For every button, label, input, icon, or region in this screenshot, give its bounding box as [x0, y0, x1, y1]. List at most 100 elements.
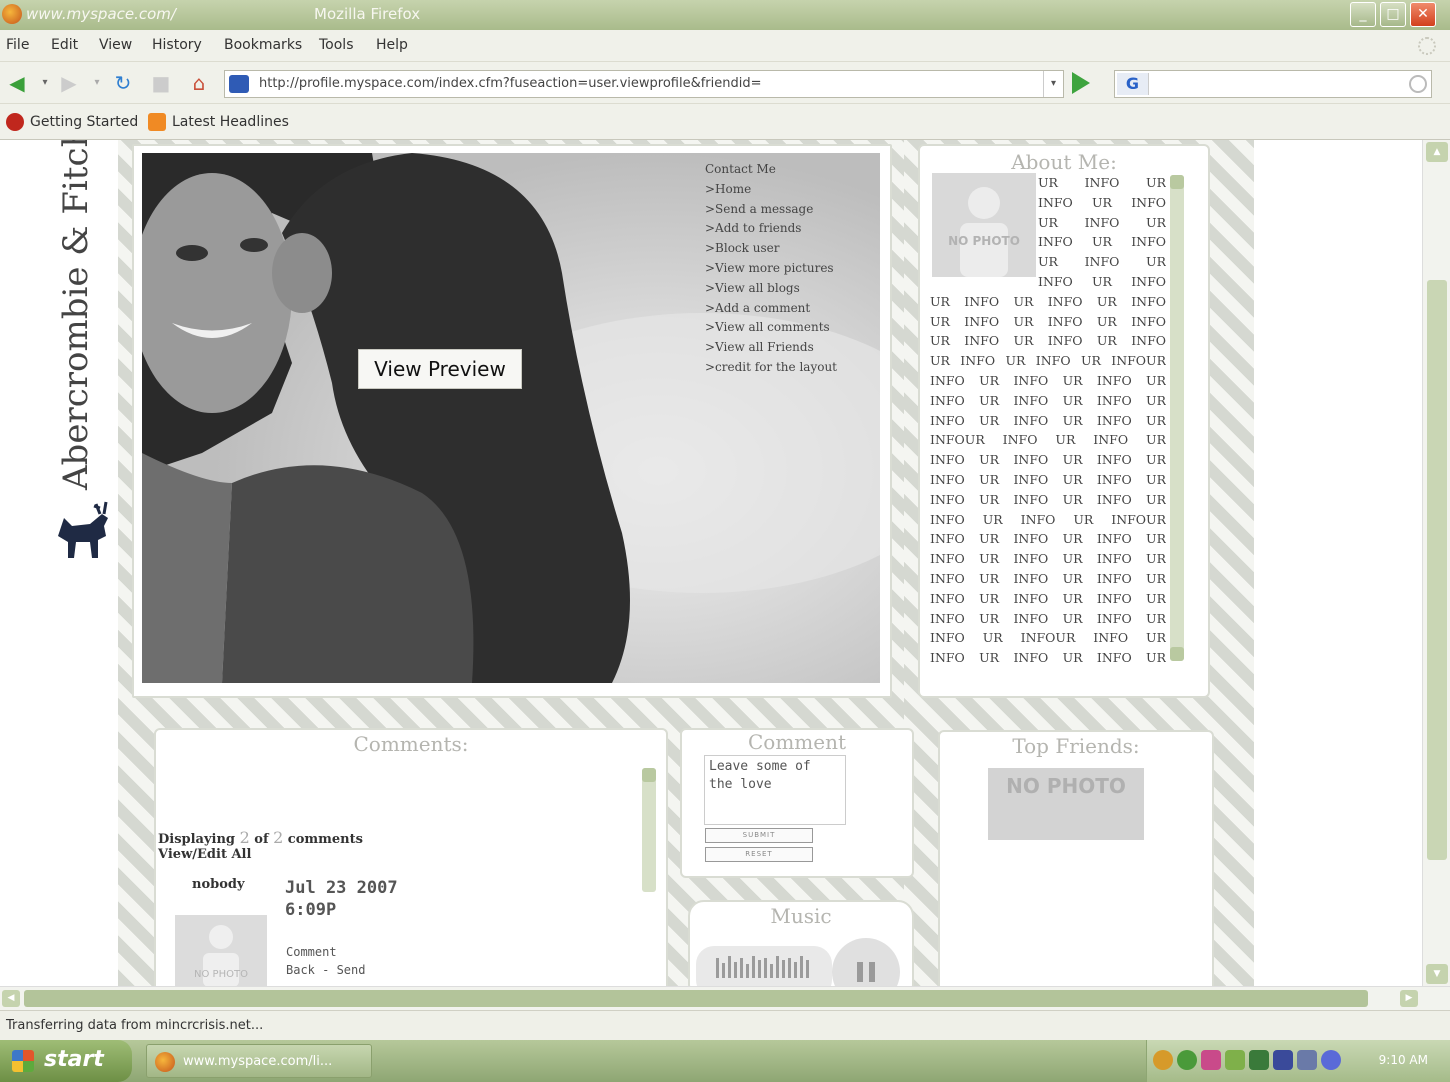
scroll-left-icon[interactable]: ◀: [2, 990, 20, 1007]
maximize-icon[interactable]: □: [1380, 2, 1406, 27]
contact-link-view-comments[interactable]: >View all comments: [705, 318, 837, 338]
about-me-title: About Me:: [1011, 150, 1117, 174]
address-url[interactable]: http://profile.myspace.com/index.cfm?fus…: [259, 76, 761, 91]
bookmark-label: Latest Headlines: [172, 114, 289, 130]
commenter-photo: NO PHOTO: [175, 915, 267, 986]
menu-edit[interactable]: Edit: [51, 37, 78, 53]
comment-time: 6:09P: [285, 900, 337, 920]
comment-textarea[interactable]: Leave some of the love: [704, 755, 846, 825]
music-box: Music: [688, 900, 914, 986]
bookmark-label: Getting Started: [30, 114, 139, 130]
scroll-down-icon[interactable]: [1170, 647, 1184, 661]
page-viewport: Abercrombie & Fitch Contact Me >Home >Se…: [0, 140, 1422, 986]
bookmark-latest-headlines[interactable]: Latest Headlines: [148, 113, 289, 131]
tray-messenger-icon[interactable]: [1201, 1050, 1221, 1070]
windows-taskbar: start www.myspace.com/li... 9:10 AM: [0, 1040, 1450, 1082]
bookmark-getting-started[interactable]: Getting Started: [6, 113, 138, 131]
tray-app-icon[interactable]: [1153, 1050, 1173, 1070]
contact-link-home[interactable]: >Home: [705, 180, 837, 200]
status-bar: Transferring data from mincrcrisis.net..…: [0, 1010, 1450, 1040]
reload-icon[interactable]: ↻: [110, 71, 136, 95]
horizontal-scrollbar[interactable]: ◀ ▶: [0, 986, 1450, 1010]
contact-link-view-blogs[interactable]: >View all blogs: [705, 279, 837, 299]
submit-button[interactable]: SUBMIT: [705, 828, 813, 843]
address-bar[interactable]: http://profile.myspace.com/index.cfm?fus…: [224, 70, 1064, 98]
comments-scrollbar[interactable]: [642, 768, 656, 892]
taskbar-firefox-window[interactable]: www.myspace.com/li...: [146, 1044, 372, 1078]
window-url-title: www.myspace.com/: [26, 5, 176, 23]
contact-link-view-pictures[interactable]: >View more pictures: [705, 259, 837, 279]
menu-help[interactable]: Help: [376, 37, 408, 53]
comments-summary: Displaying 2 of 2 comments View/Edit All: [158, 828, 363, 862]
search-magnifier-icon[interactable]: [1409, 75, 1427, 93]
taskbar-window-label: www.myspace.com/li...: [183, 1054, 333, 1069]
menu-tools[interactable]: Tools: [319, 37, 354, 53]
menu-file[interactable]: File: [6, 37, 29, 53]
contact-link-add-friends[interactable]: >Add to friends: [705, 219, 837, 239]
forward-arrow-icon[interactable]: ▶: [56, 71, 82, 95]
contact-link-send-message[interactable]: >Send a message: [705, 200, 837, 220]
rss-feed-icon: [148, 113, 166, 131]
scroll-up-icon[interactable]: [1170, 175, 1184, 189]
scroll-down-icon[interactable]: ▼: [1426, 964, 1448, 984]
site-favicon-icon: [229, 75, 249, 93]
address-dropdown-icon[interactable]: ▾: [1043, 71, 1063, 97]
view-edit-all-link[interactable]: View/Edit All: [158, 847, 363, 862]
contact-link-add-comment[interactable]: >Add a comment: [705, 299, 837, 319]
menu-view[interactable]: View: [99, 37, 132, 53]
firefox-icon: [155, 1052, 175, 1072]
menu-history[interactable]: History: [152, 37, 202, 53]
tray-security-icon[interactable]: [1249, 1050, 1269, 1070]
view-preview-button[interactable]: View Preview: [358, 349, 522, 389]
comment-label: Comment: [286, 945, 337, 959]
tray-calendar-icon[interactable]: [1297, 1050, 1317, 1070]
contact-link-block-user[interactable]: >Block user: [705, 239, 837, 259]
brand-name: Abercrombie & Fitch: [56, 140, 96, 490]
about-me-text: UR INFO UR INFO UR INFO UR INFO UR INFO …: [930, 173, 1166, 663]
menu-bar: File Edit View History Bookmarks Tools H…: [0, 30, 1450, 62]
status-text: Transferring data from mincrcrisis.net..…: [6, 1018, 264, 1033]
comment-author[interactable]: nobody: [192, 877, 245, 892]
scroll-right-icon[interactable]: ▶: [1400, 990, 1418, 1007]
go-arrow-icon[interactable]: [1072, 72, 1090, 94]
window-app-title: Mozilla Firefox: [314, 5, 421, 23]
tray-update-icon[interactable]: [1225, 1050, 1245, 1070]
vertical-scroll-thumb[interactable]: [1427, 280, 1447, 860]
start-button[interactable]: start: [0, 1040, 132, 1082]
contact-link-view-friends[interactable]: >View all Friends: [705, 338, 837, 358]
windows-flag-icon: [12, 1050, 34, 1072]
navigation-toolbar: ◀ ▾ ▶ ▾ ↻ ■ ⌂ http://profile.myspace.com…: [0, 62, 1450, 104]
reset-button[interactable]: RESET: [705, 847, 813, 862]
taskbar-clock: 9:10 AM: [1378, 1053, 1428, 1067]
back-send-link[interactable]: Back - Send: [286, 963, 365, 977]
contact-links: Contact Me >Home >Send a message >Add to…: [705, 160, 837, 378]
vertical-scrollbar[interactable]: ▲ ▼: [1422, 140, 1450, 986]
stop-icon[interactable]: ■: [148, 71, 174, 95]
bookmarks-toolbar: Getting Started Latest Headlines: [0, 104, 1450, 140]
horizontal-scroll-thumb[interactable]: [24, 990, 1368, 1007]
scroll-up-icon[interactable]: ▲: [1426, 142, 1448, 162]
home-icon[interactable]: ⌂: [186, 71, 212, 95]
contact-link-credit[interactable]: >credit for the layout: [705, 358, 837, 378]
forward-dropdown-icon[interactable]: ▾: [84, 71, 110, 95]
tray-volume-icon[interactable]: [1321, 1050, 1341, 1070]
back-dropdown-icon[interactable]: ▾: [32, 71, 58, 95]
comment-date: Jul 23 2007: [285, 878, 398, 898]
firefox-icon: [2, 4, 22, 24]
back-arrow-icon[interactable]: ◀: [4, 71, 30, 95]
search-engine-icon[interactable]: G: [1117, 73, 1149, 95]
comments-word: comments: [287, 832, 363, 847]
menu-bookmarks[interactable]: Bookmarks: [224, 37, 302, 53]
search-box[interactable]: G: [1114, 70, 1432, 98]
minimize-icon[interactable]: _: [1350, 2, 1376, 27]
top-friend-photo[interactable]: NO PHOTO: [988, 768, 1144, 840]
comment-form-title: Comment: [747, 730, 847, 754]
tray-network-icon[interactable]: [1177, 1050, 1197, 1070]
moose-logo-icon: [58, 501, 108, 558]
close-icon[interactable]: ✕: [1410, 2, 1436, 27]
about-me-scrollbar[interactable]: [1170, 175, 1184, 661]
brand-logo: Abercrombie & Fitch: [36, 140, 116, 490]
tray-display-icon[interactable]: [1273, 1050, 1293, 1070]
scroll-up-icon[interactable]: [642, 768, 656, 782]
top-friends-title: Top Friends:: [1012, 734, 1140, 758]
